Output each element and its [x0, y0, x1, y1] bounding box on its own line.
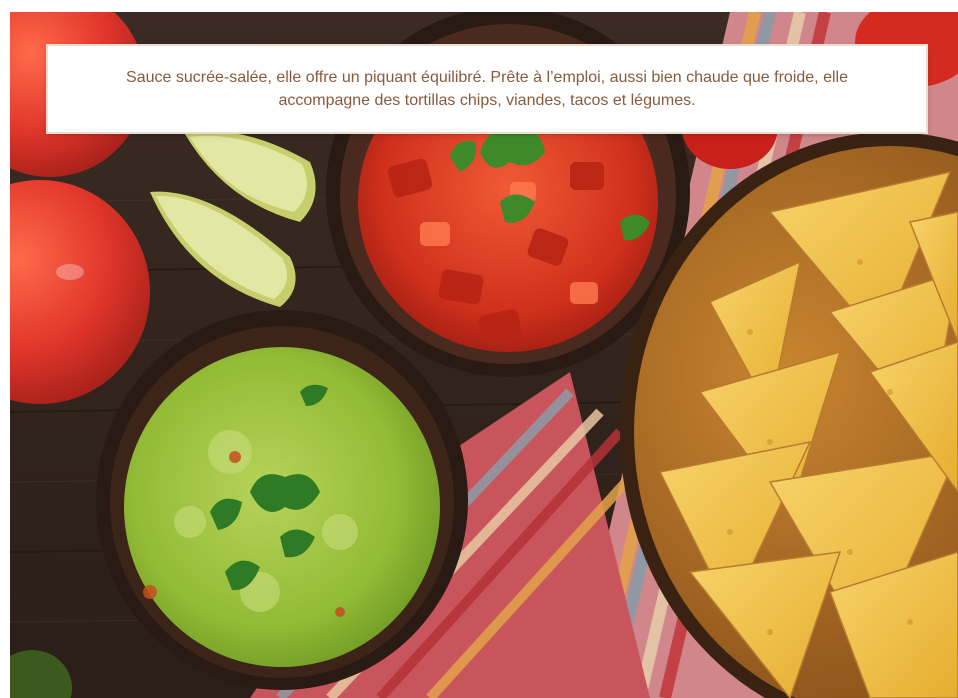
caption-text: Sauce sucrée-salée, elle offre un piquan… — [126, 69, 848, 109]
caption-box: Sauce sucrée-salée, elle offre un piquan… — [48, 46, 926, 132]
page-frame: Sauce sucrée-salée, elle offre un piquan… — [0, 0, 958, 698]
